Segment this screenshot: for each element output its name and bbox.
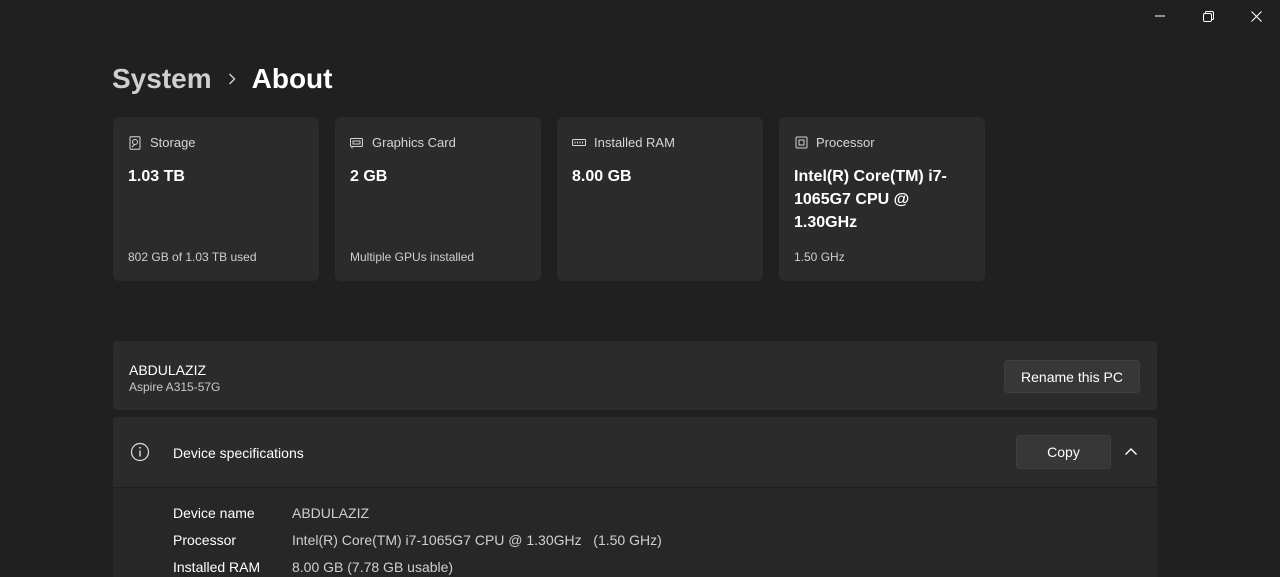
processor-speed: 1.50 GHz: [794, 250, 845, 264]
spec-label: Processor: [173, 531, 237, 548]
device-specifications-title: Device specifications: [173, 445, 304, 461]
processor-label: Processor: [816, 135, 875, 150]
info-icon: [130, 442, 150, 462]
window-controls: [1136, 0, 1280, 32]
spec-row-installed-ram: Installed RAM 8.00 GB (7.78 GB usable): [173, 553, 662, 577]
close-icon: [1250, 10, 1262, 22]
storage-icon: [128, 135, 142, 150]
restore-icon: [1202, 10, 1214, 22]
chevron-right-icon: [228, 73, 236, 85]
device-specifications-header[interactable]: Device specifications Copy: [113, 417, 1157, 488]
processor-icon: [794, 136, 808, 150]
graphics-card-value: 2 GB: [350, 168, 388, 185]
spec-label: Device name: [173, 504, 255, 521]
graphics-card-sub: Multiple GPUs installed: [350, 250, 475, 264]
pc-name: ABDULAZIZ: [129, 362, 207, 378]
spec-value: ABDULAZIZ: [292, 504, 370, 521]
page-title: About: [251, 63, 333, 94]
rename-pc-button[interactable]: Rename this PC: [1004, 360, 1140, 393]
graphics-card-card[interactable]: Graphics Card 2 GB Multiple GPUs install…: [335, 117, 541, 281]
installed-ram-label: Installed RAM: [594, 135, 675, 150]
ram-icon: [572, 136, 586, 150]
spec-row-device-name: Device name ABDULAZIZ: [173, 499, 662, 526]
processor-card[interactable]: Processor Intel(R) Core(TM) i7-1065G7 CP…: [779, 117, 985, 281]
close-button[interactable]: [1232, 0, 1280, 32]
device-specifications-panel: Device specifications Copy Device name A…: [113, 417, 1157, 577]
minimize-icon: [1155, 15, 1165, 17]
spec-value: 8.00 GB (7.78 GB usable): [292, 558, 454, 575]
graphics-card-icon: [350, 136, 364, 150]
settings-window: System About Storage 1.03 TB 802 GB of 1…: [0, 0, 1280, 577]
installed-ram-card[interactable]: Installed RAM 8.00 GB: [557, 117, 763, 281]
pc-name-panel: ABDULAZIZ Aspire A315-57G Rename this PC: [113, 341, 1157, 410]
storage-value: 1.03 TB: [128, 168, 185, 185]
storage-label: Storage: [150, 135, 196, 150]
spec-value: Intel(R) Core(TM) i7-1065G7 CPU @ 1.30GH…: [292, 531, 662, 548]
device-specifications-list: Device name ABDULAZIZ Processor Intel(R)…: [173, 499, 662, 577]
pc-model: Aspire A315-57G: [129, 380, 221, 394]
spec-row-processor: Processor Intel(R) Core(TM) i7-1065G7 CP…: [173, 526, 662, 553]
graphics-card-label: Graphics Card: [372, 135, 456, 150]
processor-value: Intel(R) Core(TM) i7-1065G7 CPU @ 1.30GH…: [794, 168, 947, 231]
breadcrumb-system[interactable]: System: [112, 63, 212, 95]
storage-card[interactable]: Storage 1.03 TB 802 GB of 1.03 TB used: [113, 117, 319, 281]
breadcrumb: System About: [112, 60, 332, 98]
spec-cards: Storage 1.03 TB 802 GB of 1.03 TB used G…: [113, 117, 1001, 281]
spec-label: Installed RAM: [173, 558, 261, 575]
copy-button[interactable]: Copy: [1016, 435, 1111, 469]
chevron-up-icon[interactable]: [1123, 444, 1139, 460]
minimize-button[interactable]: [1136, 0, 1184, 32]
installed-ram-value: 8.00 GB: [572, 168, 632, 185]
restore-button[interactable]: [1184, 0, 1232, 32]
storage-usage: 802 GB of 1.03 TB used: [128, 250, 257, 264]
